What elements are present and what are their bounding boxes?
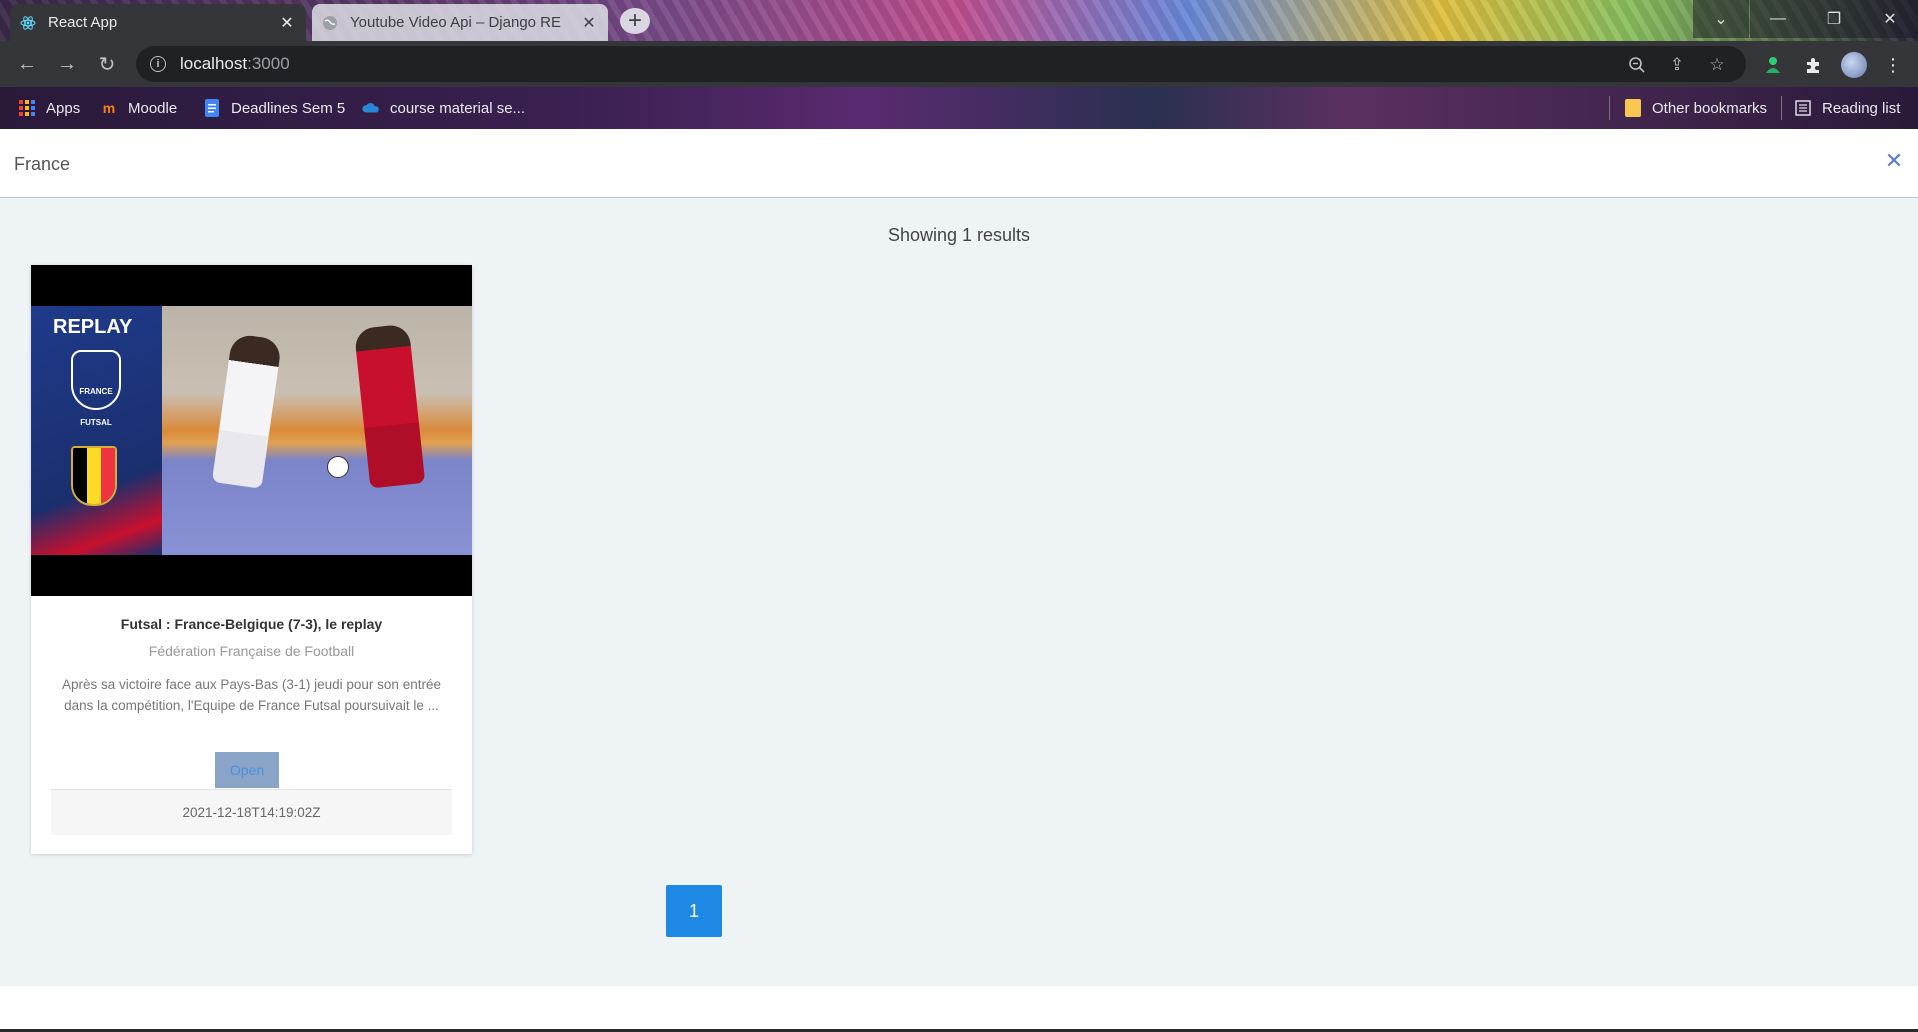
address-url: localhost:3000 <box>180 54 290 73</box>
onedrive-icon <box>362 99 380 117</box>
restore-button[interactable]: ❐ <box>1806 0 1862 38</box>
bookmark-course-material[interactable]: course material se... <box>362 97 525 119</box>
docs-icon <box>203 99 221 117</box>
address-bar[interactable]: i localhost:3000 ⇪ ☆ <box>136 46 1746 82</box>
share-icon[interactable]: ⇪ <box>1666 54 1688 76</box>
browser-titlebar: React App ✕ Youtube Video Api – Django R… <box>0 0 1918 41</box>
bookmark-apps[interactable]: Apps <box>18 97 80 119</box>
moodle-icon: m <box>102 100 116 116</box>
close-window-button[interactable]: ✕ <box>1862 0 1918 38</box>
reload-icon[interactable]: ↻ <box>92 49 122 79</box>
back-arrow-icon[interactable]: ← <box>12 49 42 79</box>
bookmark-deadlines[interactable]: Deadlines Sem 5 <box>203 97 345 119</box>
bookmark-moodle[interactable]: m Moodle <box>100 97 177 119</box>
bookmark-label: Reading list <box>1822 99 1901 117</box>
reading-list[interactable]: Reading list <box>1794 97 1900 119</box>
globe-icon <box>322 15 338 31</box>
tab-youtube-video-api[interactable]: Youtube Video Api – Django RE ✕ <box>312 4 608 41</box>
bookmarks-bar: Apps m Moodle Deadlines Sem 5 course mat… <box>0 87 1918 129</box>
folder-icon <box>1624 99 1642 117</box>
published-date: 2021-12-18T14:19:02Z <box>51 789 452 835</box>
player-red-kit <box>353 323 426 489</box>
react-icon <box>20 15 36 31</box>
extensions-puzzle-icon[interactable] <box>1800 52 1826 78</box>
thumbnail-replay-text: REPLAY <box>53 316 133 338</box>
tab-close-icon[interactable]: ✕ <box>580 14 598 32</box>
new-tab-button[interactable]: + <box>620 7 650 34</box>
video-title: Futsal : France-Belgique (7-3), le repla… <box>120 616 383 632</box>
crest-label: FUTSAL <box>80 418 112 427</box>
zoom-icon[interactable] <box>1626 54 1648 76</box>
bookmark-label: Moodle <box>128 99 178 117</box>
bookmark-label: Other bookmarks <box>1652 99 1768 117</box>
page-footer <box>0 986 1918 1032</box>
tab-close-icon[interactable]: ✕ <box>278 14 296 32</box>
video-card: REPLAY FRANCE FUTSAL Futsal : France-Bel… <box>31 265 472 854</box>
results-summary: Showing 1 results <box>887 225 1031 245</box>
bookmark-label: Deadlines Sem 5 <box>231 99 346 117</box>
bookmark-other[interactable]: Other bookmarks <box>1624 97 1767 119</box>
minimize-button[interactable]: — <box>1750 0 1806 38</box>
extension-icon[interactable] <box>1760 52 1786 78</box>
tab-react-app[interactable]: React App ✕ <box>10 4 306 41</box>
belgium-crest-logo <box>71 446 117 506</box>
site-info-icon[interactable]: i <box>150 56 166 72</box>
video-description: Après sa victoire face aux Pays-Bas (3-1… <box>62 677 441 713</box>
channel-name: Fédération Française de Football <box>148 643 355 659</box>
bookmarks-divider <box>1609 96 1610 120</box>
clear-search-icon[interactable]: ✕ <box>1882 148 1906 173</box>
player-white-kit <box>211 333 283 489</box>
bookmark-label: Apps <box>46 99 81 117</box>
open-button[interactable]: Open <box>215 752 279 788</box>
thumbnail-photo <box>162 306 472 555</box>
ball <box>327 456 349 478</box>
bookmark-star-icon[interactable]: ☆ <box>1706 54 1728 76</box>
published-date-text: 2021-12-18T14:19:02Z <box>182 805 321 820</box>
pagination-page-1[interactable]: 1 <box>666 885 722 937</box>
video-thumbnail[interactable]: REPLAY FRANCE FUTSAL <box>31 265 472 596</box>
tab-title: React App <box>48 14 118 31</box>
forward-arrow-icon[interactable]: → <box>52 49 82 79</box>
apps-grid-icon <box>18 99 36 117</box>
search-input[interactable] <box>12 147 1876 181</box>
profile-avatar[interactable] <box>1841 52 1867 78</box>
tab-search-icon[interactable]: ⌄ <box>1693 0 1749 38</box>
browser-toolbar: ← → ↻ i localhost:3000 ⇪ ☆ ⋮ <box>0 41 1918 87</box>
search-bar: ✕ <box>0 129 1918 198</box>
menu-kebab-icon[interactable]: ⋮ <box>1880 52 1906 78</box>
reading-list-icon <box>1794 99 1812 117</box>
bookmark-label: course material se... <box>390 99 526 117</box>
thumbnail-banner: REPLAY FRANCE FUTSAL <box>31 306 162 555</box>
france-crest-logo: FRANCE <box>71 350 121 410</box>
bookmarks-divider <box>1781 96 1782 120</box>
tab-title: Youtube Video Api – Django RE <box>350 14 562 31</box>
